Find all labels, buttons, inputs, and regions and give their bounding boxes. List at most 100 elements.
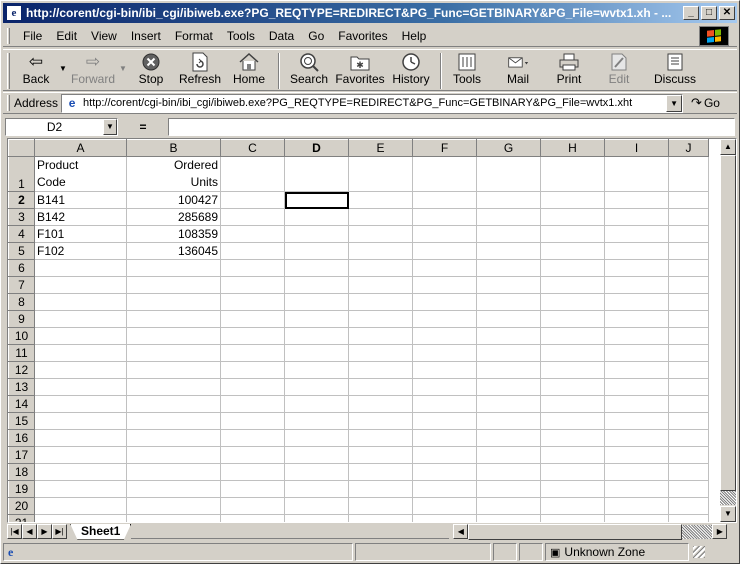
cell[interactable]: [220, 191, 285, 209]
cell[interactable]: [540, 361, 605, 379]
tab-split-area[interactable]: [131, 525, 450, 539]
cell[interactable]: [284, 293, 349, 311]
cell[interactable]: [126, 429, 221, 447]
cell[interactable]: [284, 327, 349, 345]
first-sheet-icon[interactable]: |◀: [7, 524, 22, 539]
cell[interactable]: B142: [34, 208, 127, 226]
cell[interactable]: [284, 310, 349, 328]
cell[interactable]: [668, 293, 709, 311]
cell[interactable]: [34, 361, 127, 379]
cell[interactable]: [348, 514, 413, 522]
cell[interactable]: [126, 514, 221, 522]
horizontal-scroll-track[interactable]: [682, 524, 713, 539]
cell[interactable]: [540, 378, 605, 396]
vertical-scroll-thumb[interactable]: [720, 155, 736, 491]
cell[interactable]: [220, 514, 285, 522]
row-header[interactable]: 5: [8, 242, 35, 260]
cell[interactable]: [34, 446, 127, 464]
cell[interactable]: [604, 225, 669, 243]
cell[interactable]: [348, 310, 413, 328]
cell[interactable]: [604, 276, 669, 294]
cell[interactable]: [126, 446, 221, 464]
active-cell[interactable]: [284, 191, 349, 209]
cell[interactable]: [476, 412, 541, 430]
cell[interactable]: [668, 191, 709, 209]
menu-edit[interactable]: Edit: [49, 29, 84, 43]
cell[interactable]: [540, 412, 605, 430]
row-header[interactable]: 20: [8, 497, 35, 515]
ie-app-icon[interactable]: e: [6, 5, 22, 21]
cell[interactable]: [604, 310, 669, 328]
cell[interactable]: [284, 225, 349, 243]
cell[interactable]: [34, 412, 127, 430]
cell[interactable]: [476, 327, 541, 345]
cell[interactable]: [540, 446, 605, 464]
row-header[interactable]: 10: [8, 327, 35, 345]
cell[interactable]: [412, 480, 477, 498]
row-header[interactable]: 12: [8, 361, 35, 379]
cell[interactable]: [220, 446, 285, 464]
cell[interactable]: [476, 344, 541, 362]
menu-go[interactable]: Go: [301, 29, 331, 43]
cell[interactable]: [34, 293, 127, 311]
cell[interactable]: [604, 378, 669, 396]
cell[interactable]: [476, 293, 541, 311]
prev-sheet-icon[interactable]: ◀: [22, 524, 37, 539]
cell[interactable]: [604, 344, 669, 362]
row-header[interactable]: 7: [8, 276, 35, 294]
cell[interactable]: [668, 446, 709, 464]
cell[interactable]: [476, 156, 541, 192]
scroll-right-icon[interactable]: ▶: [712, 524, 728, 539]
cell[interactable]: [34, 259, 127, 277]
cell[interactable]: [412, 327, 477, 345]
row-header[interactable]: 16: [8, 429, 35, 447]
cell[interactable]: [284, 497, 349, 515]
menubar-grip[interactable]: [7, 27, 10, 44]
cell[interactable]: [220, 480, 285, 498]
cell[interactable]: [476, 276, 541, 294]
column-header[interactable]: B: [126, 139, 221, 157]
address-url[interactable]: http://corent/cgi-bin/ibi_cgi/ibiweb.exe…: [83, 97, 666, 109]
cell[interactable]: [348, 361, 413, 379]
menu-favorites[interactable]: Favorites: [331, 29, 394, 43]
print-button[interactable]: Print: [550, 50, 588, 90]
cell[interactable]: [34, 395, 127, 413]
vertical-scroll-track[interactable]: [720, 491, 736, 505]
edit-button[interactable]: Edit: [588, 50, 650, 90]
cell[interactable]: [412, 344, 477, 362]
cell[interactable]: [604, 497, 669, 515]
column-header[interactable]: H: [540, 139, 605, 157]
cell[interactable]: [476, 361, 541, 379]
cell[interactable]: [284, 429, 349, 447]
cell[interactable]: [540, 293, 605, 311]
cell[interactable]: [604, 327, 669, 345]
row-header[interactable]: 9: [8, 310, 35, 328]
cell[interactable]: [412, 191, 477, 209]
column-header[interactable]: F: [412, 139, 477, 157]
cell[interactable]: [668, 429, 709, 447]
cell[interactable]: [348, 395, 413, 413]
cell[interactable]: [604, 463, 669, 481]
cell[interactable]: [604, 191, 669, 209]
cell[interactable]: [476, 463, 541, 481]
cell[interactable]: [34, 514, 127, 522]
forward-dropdown-icon[interactable]: ▼: [118, 64, 128, 73]
cell[interactable]: [476, 446, 541, 464]
cell[interactable]: [668, 361, 709, 379]
horizontal-scrollbar[interactable]: ◀ ▶: [453, 523, 737, 540]
cell[interactable]: [34, 344, 127, 362]
cell[interactable]: [284, 446, 349, 464]
refresh-button[interactable]: Refresh: [174, 50, 226, 90]
column-header[interactable]: J: [668, 139, 709, 157]
menu-tools[interactable]: Tools: [220, 29, 262, 43]
cell[interactable]: [412, 208, 477, 226]
cell[interactable]: [604, 412, 669, 430]
home-button[interactable]: Home: [226, 50, 272, 90]
cell[interactable]: [668, 395, 709, 413]
cell[interactable]: [540, 463, 605, 481]
cell[interactable]: [604, 242, 669, 260]
cell[interactable]: [348, 191, 413, 209]
cell[interactable]: [604, 361, 669, 379]
cell[interactable]: [220, 412, 285, 430]
cell[interactable]: [284, 242, 349, 260]
